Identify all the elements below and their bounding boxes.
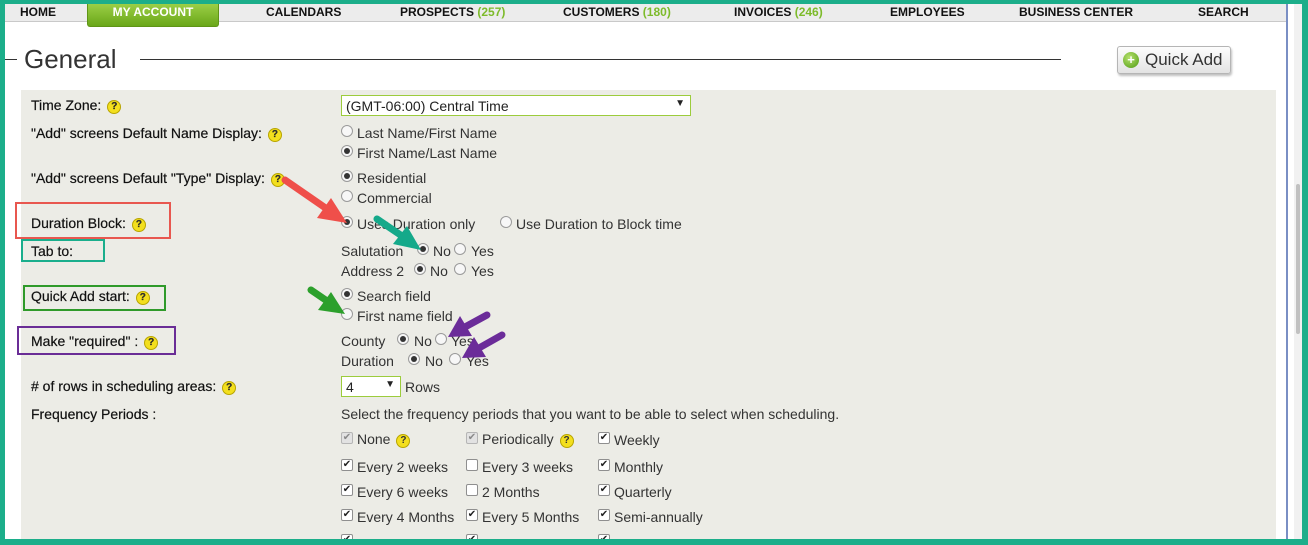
red-arrow-icon <box>281 176 347 223</box>
annotation-arrows <box>281 176 506 358</box>
purple-arrow-icon <box>462 331 506 358</box>
purple-arrow-icon <box>448 311 491 337</box>
teal-arrow-icon <box>373 215 421 250</box>
green-arrow-icon <box>307 286 345 314</box>
app-frame: HOME CALENDARS PROSPECTS (257) CUSTOMERS… <box>5 4 1302 539</box>
